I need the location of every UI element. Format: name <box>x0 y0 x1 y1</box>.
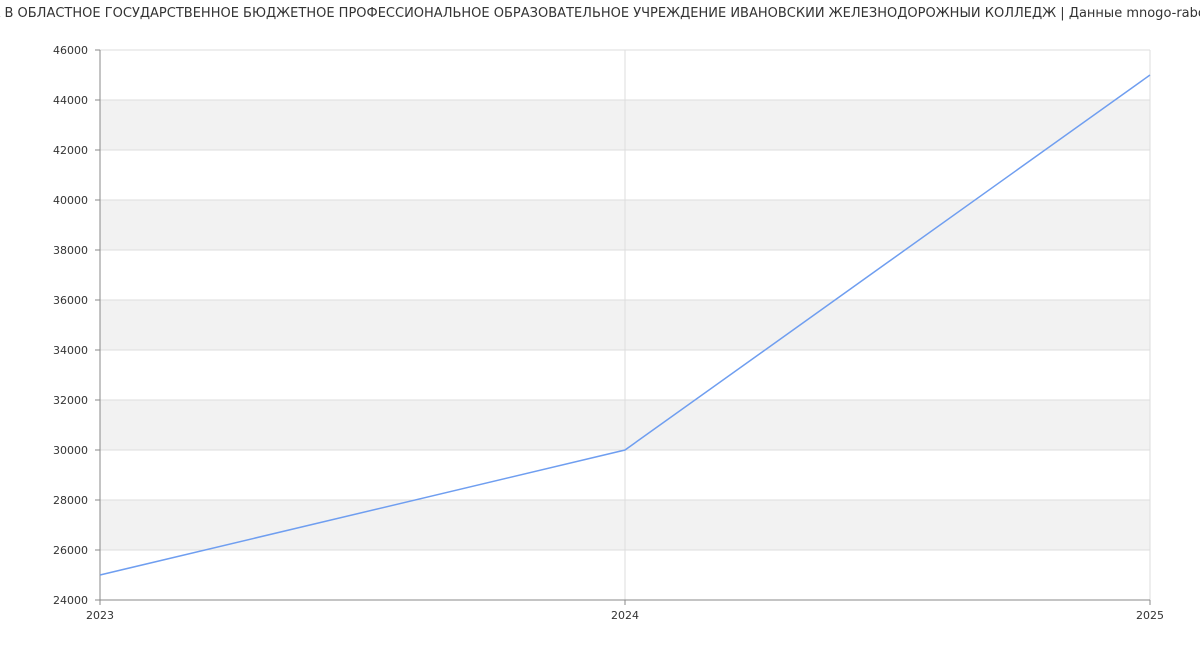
y-tick-label: 44000 <box>53 94 88 107</box>
x-tick-label: 2023 <box>86 609 114 622</box>
chart-plot: 24000 26000 28000 30000 32000 34000 36000 38000… <box>53 44 1164 622</box>
y-tick-label: 32000 <box>53 394 88 407</box>
chart: ЗАРПЛАТА В ОБЛАСТНОЕ ГОСУДАРСТВЕННОЕ БЮД… <box>0 0 1200 650</box>
y-tick-label: 28000 <box>53 494 88 507</box>
y-tick-label: 36000 <box>53 294 88 307</box>
y-tick-label: 46000 <box>53 44 88 57</box>
y-tick-labels: 24000 26000 28000 30000 32000 34000 36000 38000… <box>53 44 88 607</box>
y-tick-label: 42000 <box>53 144 88 157</box>
y-tick-label: 24000 <box>53 594 88 607</box>
y-tick-label: 38000 <box>53 244 88 257</box>
x-tick-labels: 2023 2024 2025 <box>86 609 1164 622</box>
x-tick-label: 2024 <box>611 609 639 622</box>
x-tick-label: 2025 <box>1136 609 1164 622</box>
y-tick-label: 30000 <box>53 444 88 457</box>
y-tick-label: 40000 <box>53 194 88 207</box>
y-tick-label: 34000 <box>53 344 88 357</box>
y-tick-label: 26000 <box>53 544 88 557</box>
